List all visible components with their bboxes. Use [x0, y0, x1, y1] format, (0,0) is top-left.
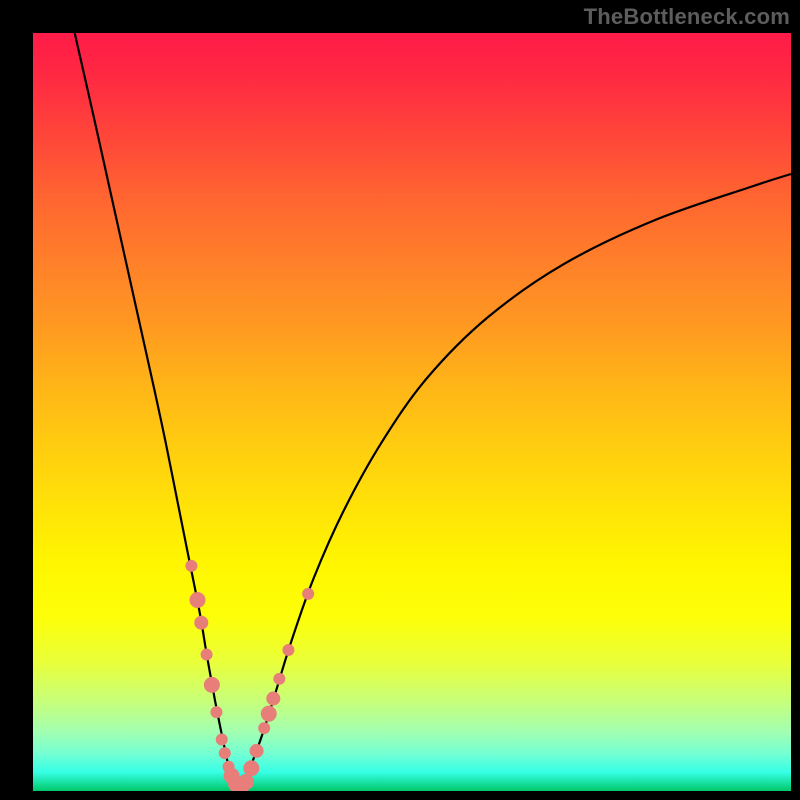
data-marker [185, 560, 197, 572]
curve-layer [33, 33, 791, 791]
data-marker [210, 706, 222, 718]
data-marker [250, 744, 264, 758]
chart-frame: TheBottleneck.com [0, 0, 800, 800]
right-branch-curve [238, 174, 791, 789]
plot-area [33, 33, 791, 791]
data-marker [243, 760, 259, 776]
data-marker [216, 733, 228, 745]
left-branch-curve [75, 33, 238, 789]
data-marker [189, 592, 205, 608]
data-marker [273, 673, 285, 685]
data-marker [204, 677, 220, 693]
data-marker [282, 644, 294, 656]
data-marker [261, 706, 277, 722]
data-marker [201, 649, 213, 661]
highlighted-points-group [185, 560, 314, 791]
data-marker [219, 747, 231, 759]
data-marker [258, 722, 270, 734]
data-marker [194, 616, 208, 630]
data-marker [266, 692, 280, 706]
watermark-text: TheBottleneck.com [584, 4, 790, 30]
data-marker [238, 774, 254, 790]
data-marker [302, 588, 314, 600]
